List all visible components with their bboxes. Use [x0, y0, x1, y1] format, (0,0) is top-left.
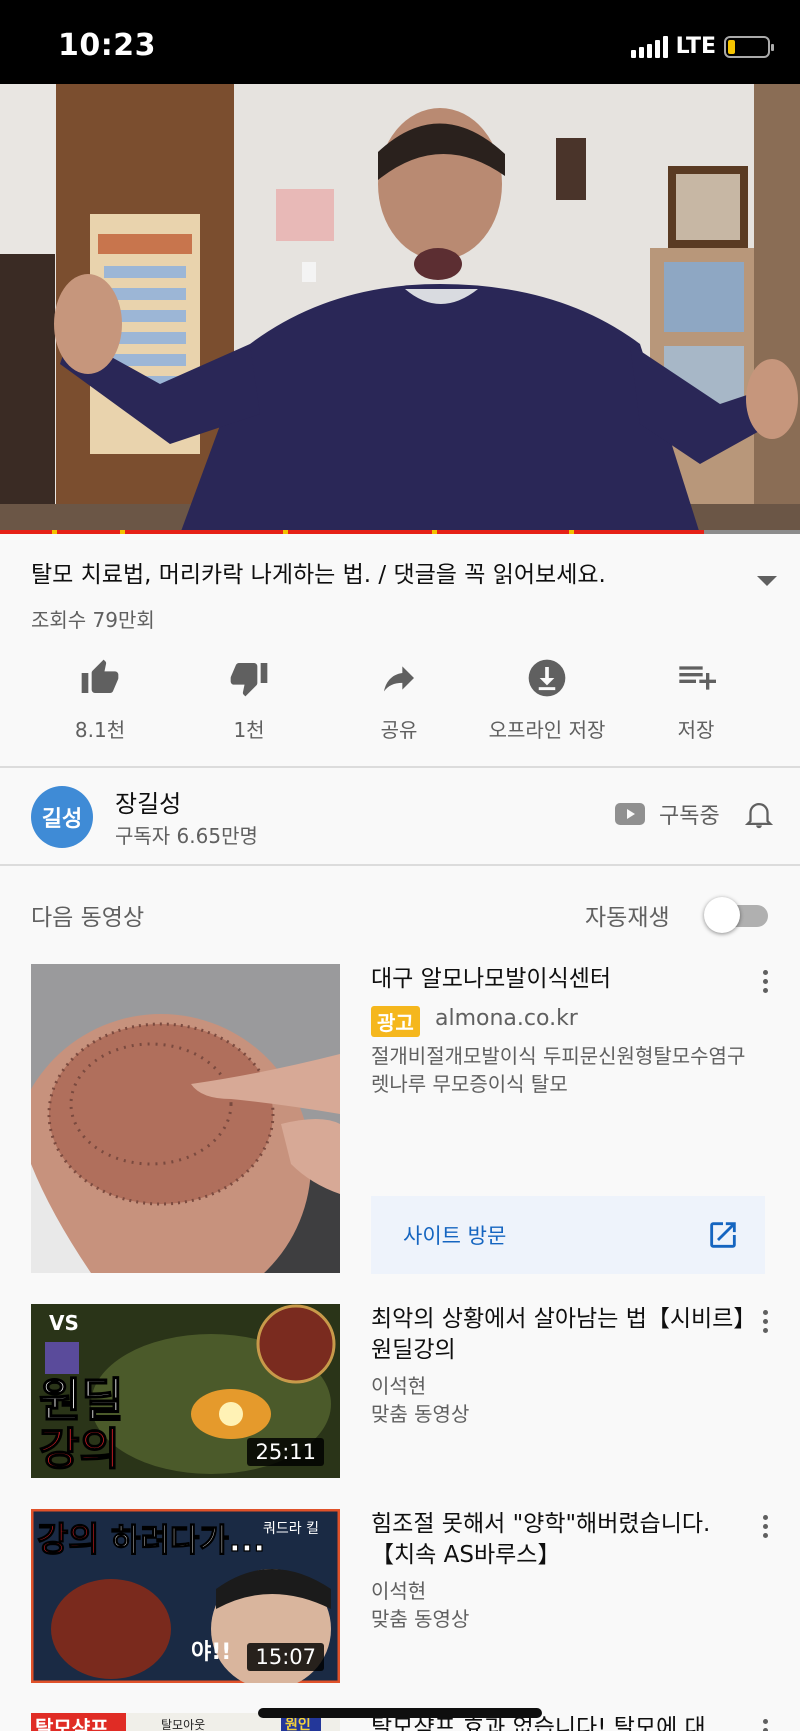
video-thumbnail[interactable]: 강의 하려다가... 쿼드라 킬 야!! 15:07: [31, 1509, 340, 1683]
more-options-icon[interactable]: [763, 1719, 771, 1731]
home-indicator[interactable]: [258, 1708, 542, 1718]
download-label: 오프라인 저장: [488, 718, 606, 742]
ad-marker: [283, 530, 288, 534]
ad-more-icon[interactable]: [763, 970, 771, 993]
recommended-video[interactable]: VS 원딜 강의 25:11 최악의 상황에서 살아남는 법【시비르】원딜강의 …: [0, 1304, 800, 1480]
share-button[interactable]: 공유: [324, 656, 474, 743]
share-label: 공유: [380, 718, 418, 742]
thumb-text: 원딜: [39, 1373, 124, 1427]
video-meta: 맞춤 동영상: [371, 1402, 470, 1426]
thumb-text: 야!!: [191, 1640, 231, 1665]
dislike-button[interactable]: 1천: [174, 656, 324, 743]
save-button[interactable]: 저장: [621, 656, 771, 743]
video-title: 최악의 상황에서 살아남는 법【시비르】원딜강의: [371, 1306, 745, 1363]
thumb-up-icon: [76, 656, 124, 700]
ad-marker: [432, 530, 437, 534]
thumb-text: 하려다가...: [111, 1521, 265, 1559]
ad-badge: 광고: [371, 1006, 420, 1037]
recommended-video[interactable]: 강의 하려다가... 쿼드라 킬 야!! 15:07 힘조절 못해서 "양학"해…: [0, 1509, 800, 1685]
thumb-down-icon: [225, 656, 273, 700]
playlist-add-icon: [672, 656, 720, 700]
thumb-text: VS: [49, 1311, 79, 1335]
progress-fill: [0, 530, 704, 534]
thumb-text: 쿼드라 킬: [263, 1521, 319, 1537]
divider: [0, 864, 800, 866]
more-options-icon[interactable]: [763, 1515, 771, 1538]
view-count: 조회수 79만회: [31, 608, 155, 632]
video-channel: 이석현: [371, 1374, 427, 1398]
avatar[interactable]: 길성: [31, 786, 93, 848]
battery-icon: [724, 35, 774, 58]
more-options-icon[interactable]: [763, 1310, 771, 1333]
thumb-text: 원인: [285, 1716, 311, 1731]
video-title-row[interactable]: 탈모 치료법, 머리카락 나게하는 법. / 댓글을 꼭 읽어보세요.: [31, 556, 771, 594]
video-frame: [0, 84, 800, 534]
ad-thumbnail[interactable]: [31, 964, 340, 1273]
channel-row[interactable]: 길성 장길성 구독자 6.65만명 구독중: [0, 768, 800, 864]
bell-icon[interactable]: [742, 794, 776, 838]
subscriber-count: 구독자 6.65만명: [115, 824, 258, 848]
download-icon: [523, 656, 571, 700]
like-button[interactable]: 8.1천: [25, 656, 175, 743]
ad-description: 절개비절개모발이식 두피문신원형탈모수염구렛나루 무모증이식 탈모: [371, 1044, 746, 1096]
ad-thumbnail-image: [31, 964, 340, 1273]
status-bar: 10:23 LTE: [0, 0, 800, 84]
expand-description-icon[interactable]: [757, 576, 777, 586]
progress-bar[interactable]: [0, 530, 800, 534]
status-time: 10:23: [58, 28, 156, 63]
like-count: 8.1천: [74, 718, 126, 742]
ad-marker: [120, 530, 125, 534]
video-duration: 15:07: [247, 1643, 324, 1671]
up-next-header: 다음 동영상: [31, 905, 145, 931]
signal-icon: [630, 35, 668, 58]
video-duration: 25:11: [247, 1438, 324, 1466]
share-icon: [375, 656, 423, 700]
save-label: 저장: [677, 718, 715, 742]
external-link-icon: [710, 1222, 736, 1248]
video-meta: 맞춤 동영상: [371, 1607, 470, 1631]
video-actions: 8.1천 1천 공유 오프라인 저장 저장: [0, 656, 800, 746]
thumb-text: 탈모아웃: [161, 1718, 205, 1731]
video-title: 탈모 치료법, 머리카락 나게하는 법. / 댓글을 꼭 읽어보세요.: [31, 562, 606, 588]
thumb-text: 강의: [39, 1424, 120, 1475]
status-icons: LTE: [630, 34, 774, 59]
toggle-knob: [704, 897, 740, 933]
video-player[interactable]: [0, 84, 800, 534]
autoplay-toggle[interactable]: [704, 897, 768, 933]
thumb-text: 강의: [37, 1520, 100, 1560]
youtube-icon: [615, 803, 645, 825]
video-thumbnail[interactable]: VS 원딜 강의 25:11: [31, 1304, 340, 1478]
subscribe-button[interactable]: 구독중: [615, 798, 720, 830]
subscribe-status: 구독중: [659, 804, 720, 829]
video-channel: 이석현: [371, 1579, 427, 1603]
dislike-count: 1천: [233, 718, 265, 742]
ad-title: 대구 알모나모발이식센터: [371, 966, 612, 992]
channel-name: 장길성: [115, 790, 182, 818]
autoplay-label: 자동재생: [585, 905, 670, 931]
video-title: 힘조절 못해서 "양학"해버렸습니다.【치속 AS바루스】: [371, 1511, 711, 1568]
ad-marker: [569, 530, 574, 534]
visit-site-button[interactable]: 사이트 방문: [371, 1196, 765, 1274]
download-button[interactable]: 오프라인 저장: [472, 656, 622, 743]
visit-site-label: 사이트 방문: [403, 1224, 507, 1248]
ad-domain: almona.co.kr: [435, 1006, 578, 1031]
network-label: LTE: [675, 34, 716, 59]
ad-marker: [52, 530, 57, 534]
ad-card[interactable]: 대구 알모나모발이식센터 광고 almona.co.kr 절개비절개모발이식 두…: [0, 964, 800, 1274]
thumb-text: 탈모샴프: [35, 1716, 109, 1731]
